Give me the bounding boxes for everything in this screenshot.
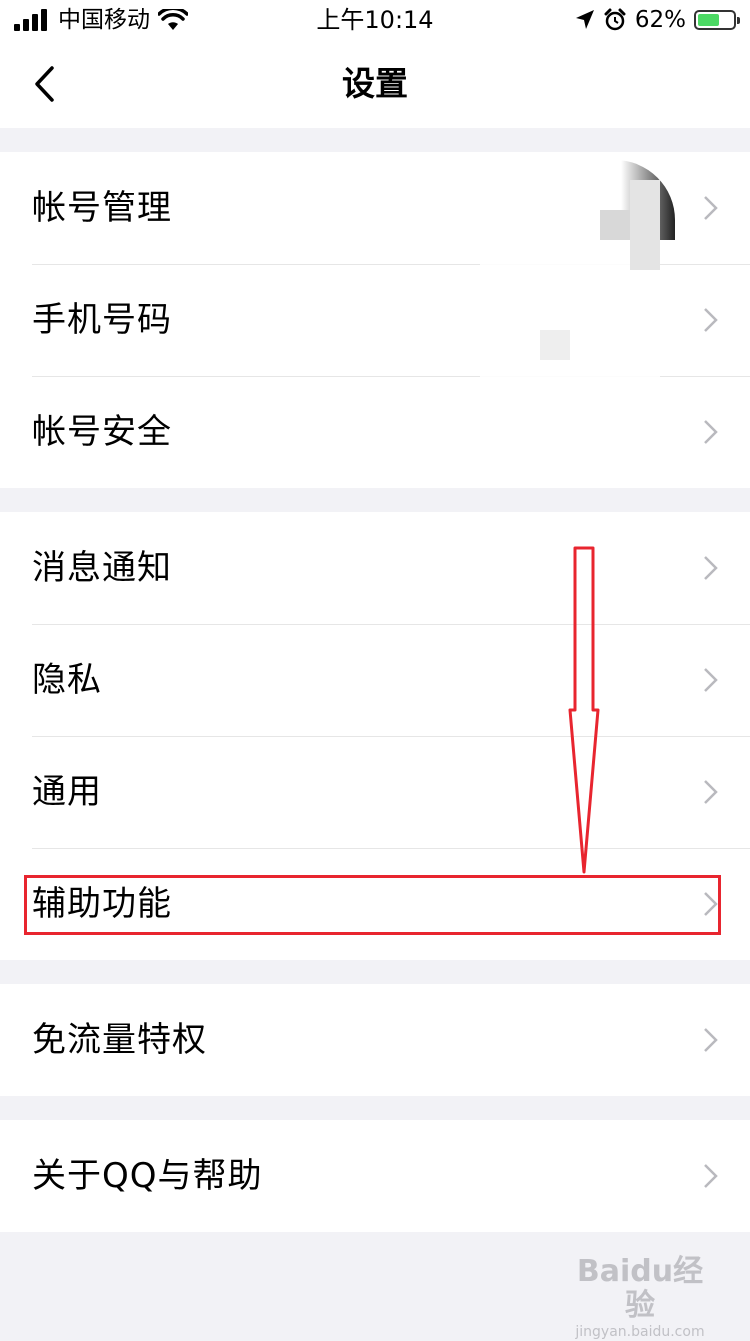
watermark-url: jingyan.baidu.com	[575, 1324, 705, 1340]
redaction-mosaic	[630, 180, 660, 270]
battery-percent: 62%	[634, 7, 686, 33]
chevron-right-icon	[704, 780, 718, 804]
settings-group-data: 免流量特权	[0, 984, 750, 1096]
settings-item-label: 关于QQ与帮助	[32, 1156, 263, 1196]
settings-item-account-security[interactable]: 帐号安全	[0, 376, 750, 488]
status-right: 62%	[575, 5, 740, 35]
settings-item-label: 免流量特权	[32, 1020, 207, 1060]
chevron-right-icon	[704, 556, 718, 580]
settings-item-privacy[interactable]: 隐私	[0, 624, 750, 736]
page-title: 设置	[342, 64, 408, 103]
settings-item-accessibility[interactable]: 辅助功能	[0, 848, 750, 960]
chevron-right-icon	[704, 196, 718, 220]
baidu-watermark: Baidu经验 jingyan.baidu.com	[570, 1255, 710, 1341]
settings-item-free-data[interactable]: 免流量特权	[0, 984, 750, 1096]
battery-charging-icon	[694, 10, 740, 30]
settings-item-label: 辅助功能	[32, 884, 172, 924]
alarm-icon	[604, 8, 626, 31]
location-icon	[575, 10, 594, 29]
settings-item-label: 隐私	[32, 660, 102, 700]
settings-item-about-help[interactable]: 关于QQ与帮助	[0, 1120, 750, 1232]
chevron-right-icon	[704, 420, 718, 444]
chevron-right-icon	[704, 1028, 718, 1052]
settings-item-label: 帐号管理	[32, 188, 172, 228]
redaction-mosaic	[600, 210, 630, 240]
settings-item-notifications[interactable]: 消息通知	[0, 512, 750, 624]
redaction-mosaic	[540, 330, 570, 360]
chevron-right-icon	[704, 892, 718, 916]
settings-group-general: 消息通知 隐私 通用 辅助功能	[0, 512, 750, 960]
status-bar: 中国移动 上午10:14 62%	[0, 0, 750, 40]
settings-item-label: 消息通知	[32, 548, 172, 588]
chevron-right-icon	[704, 668, 718, 692]
settings-item-label: 通用	[32, 772, 102, 812]
settings-group-about: 关于QQ与帮助	[0, 1120, 750, 1232]
nav-bar: 设置	[0, 40, 750, 128]
settings-item-label: 帐号安全	[32, 412, 172, 452]
watermark-logo: Baidu经验	[576, 1254, 704, 1323]
settings-item-general[interactable]: 通用	[0, 736, 750, 848]
battery-level	[698, 14, 720, 26]
settings-item-label: 手机号码	[32, 300, 172, 340]
chevron-right-icon	[704, 308, 718, 332]
chevron-right-icon	[704, 1164, 718, 1188]
